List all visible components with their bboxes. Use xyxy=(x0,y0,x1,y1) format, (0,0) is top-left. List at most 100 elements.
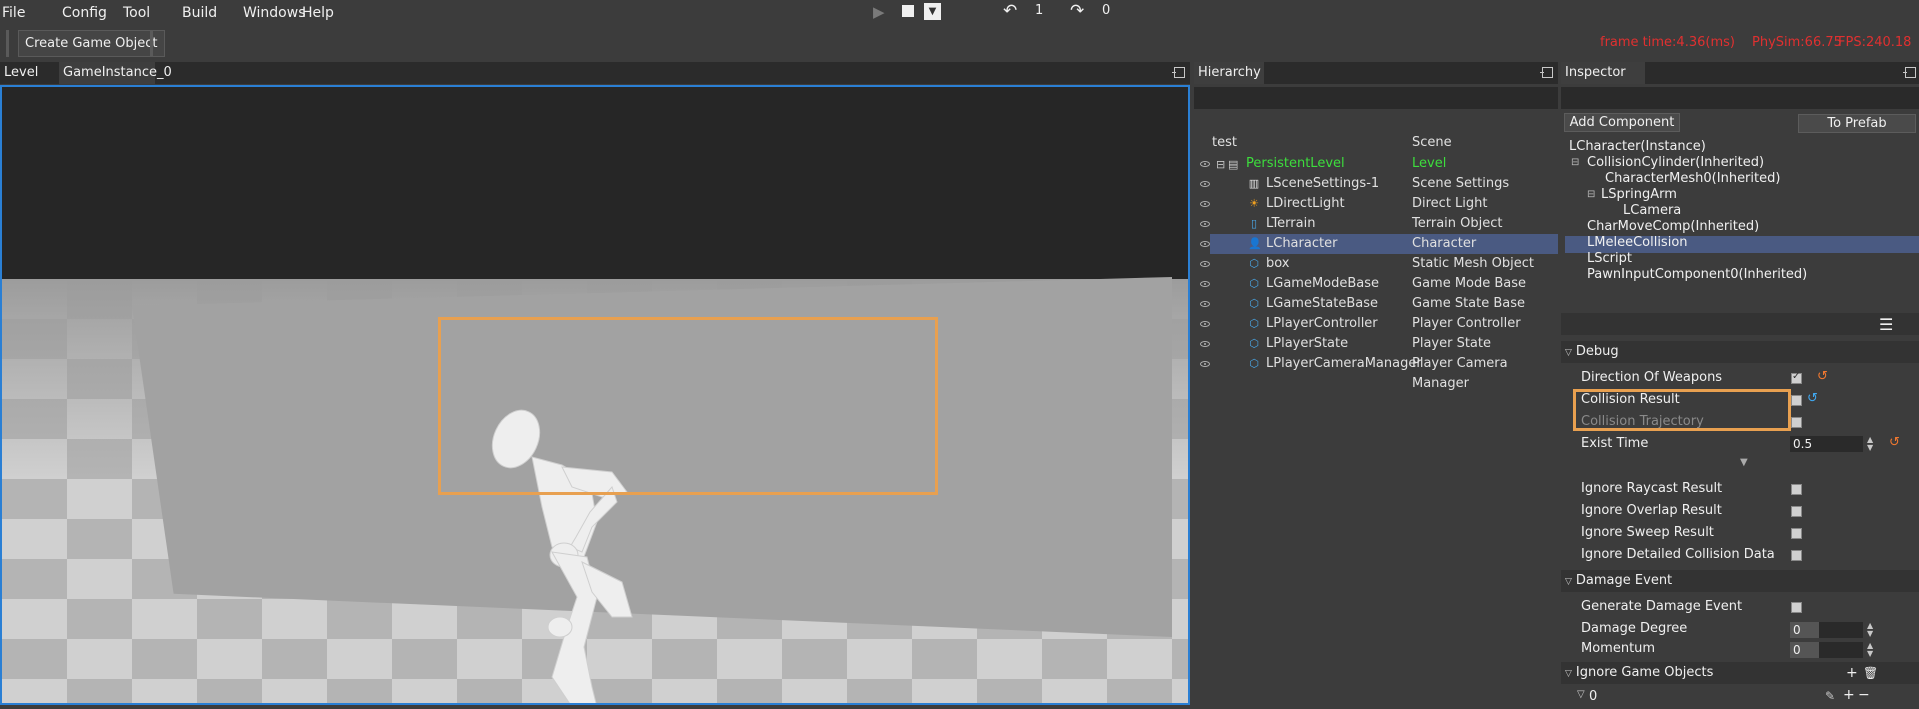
menu-tool[interactable]: Tool xyxy=(123,5,150,21)
spin-down-icon[interactable]: ▼ xyxy=(1867,650,1873,658)
hierarchy-row[interactable]: ⬡ LPlayerController Player Controller xyxy=(1194,314,1558,334)
momentum-input[interactable]: 0 xyxy=(1790,642,1863,658)
component-item[interactable]: CharacterMesh0(Inherited) xyxy=(1605,171,1780,186)
row-name: PersistentLevel xyxy=(1246,156,1345,171)
menu-file[interactable]: File xyxy=(2,5,25,21)
tree-collapse-icon[interactable]: ⊟ xyxy=(1571,157,1579,168)
dropdown-icon[interactable]: ▼ xyxy=(924,3,941,20)
visibility-icon[interactable] xyxy=(1200,341,1210,347)
component-item-selected[interactable]: LMeleeCollision xyxy=(1587,235,1688,250)
component-item[interactable]: LScript xyxy=(1587,251,1632,266)
hierarchy-row[interactable]: ⬡ box Static Mesh Object xyxy=(1194,254,1558,274)
exist-time-input[interactable]: 0.5 xyxy=(1790,436,1863,452)
component-item[interactable]: LSpringArm xyxy=(1601,187,1677,202)
component-item[interactable]: LCharacter(Instance) xyxy=(1569,139,1706,154)
redo-icon[interactable]: ↷ xyxy=(1070,1,1084,21)
tab-hierarchy[interactable]: Hierarchy xyxy=(1194,62,1264,84)
tree-collapse-icon[interactable]: ⊟ xyxy=(1587,189,1595,200)
to-prefab-button[interactable]: To Prefab xyxy=(1798,114,1916,133)
frame-time-stat: frame time:4.36(ms) xyxy=(1600,35,1735,50)
hierarchy-row[interactable]: ⬡ LGameModeBase Game Mode Base xyxy=(1194,274,1558,294)
tab-game-instance[interactable]: GameInstance_0 xyxy=(59,62,172,84)
component-item[interactable]: CharMoveComp(Inherited) xyxy=(1587,219,1759,234)
menu-list-icon[interactable]: ☰ xyxy=(1879,315,1893,334)
hierarchy-row-selected[interactable]: 👤 LCharacter Character xyxy=(1200,234,1558,254)
visibility-icon[interactable] xyxy=(1200,161,1210,167)
collision-trajectory-checkbox[interactable] xyxy=(1791,417,1802,428)
hierarchy-row[interactable]: ▯ LTerrain Terrain Object xyxy=(1194,214,1558,234)
component-item[interactable]: LCamera xyxy=(1623,203,1681,218)
section-debug[interactable]: ▽ Debug xyxy=(1561,341,1919,363)
visibility-icon[interactable] xyxy=(1200,301,1210,307)
component-item[interactable]: CollisionCylinder(Inherited) xyxy=(1587,155,1764,170)
expand-more-icon[interactable]: ▼ xyxy=(1740,457,1748,468)
spin-down-icon[interactable]: ▼ xyxy=(1867,630,1873,638)
spin-down-icon[interactable]: ▼ xyxy=(1867,444,1873,452)
hierarchy-row[interactable]: ⬡ LPlayerCameraManager Player Camera Man… xyxy=(1194,354,1558,391)
play-icon[interactable]: ▶ xyxy=(873,3,885,21)
ignore-raycast-checkbox[interactable] xyxy=(1791,484,1802,495)
ignore-overlap-checkbox[interactable] xyxy=(1791,506,1802,517)
reset-icon[interactable]: ↺ xyxy=(1807,391,1818,406)
tab-inspector[interactable]: Inspector xyxy=(1561,62,1645,84)
toolbar-grip xyxy=(6,30,9,57)
hierarchy-row[interactable]: ⬡ LPlayerState Player State xyxy=(1194,334,1558,354)
visibility-icon[interactable] xyxy=(1200,281,1210,287)
menu-help[interactable]: Help xyxy=(302,5,334,21)
visibility-icon[interactable] xyxy=(1200,361,1210,367)
highlight-frame xyxy=(1573,389,1791,431)
section-ignore-game-objects[interactable]: ▽ Ignore Game Objects + 🗑 xyxy=(1561,662,1919,684)
direction-of-weapons-checkbox[interactable] xyxy=(1791,371,1802,384)
hierarchy-row[interactable]: ⬡ LGameStateBase Game State Base xyxy=(1194,294,1558,314)
visibility-icon[interactable] xyxy=(1200,241,1210,247)
hierarchy-row[interactable]: ▥ LSceneSettings-1 Scene Settings xyxy=(1194,174,1558,194)
terrain-icon: ▯ xyxy=(1250,217,1258,230)
pin-icon[interactable] xyxy=(1903,67,1916,78)
collision-result-checkbox[interactable] xyxy=(1791,395,1802,406)
highlight-frame xyxy=(438,317,938,495)
scene-viewport[interactable] xyxy=(0,85,1190,705)
collapse-triangle-icon: ▽ xyxy=(1577,689,1585,700)
ignore-sweep-checkbox[interactable] xyxy=(1791,528,1802,539)
ignore-object-row[interactable]: ▽ 0 ✎ + − xyxy=(1575,687,1919,708)
viewport-tabs: Level GameInstance_0 xyxy=(0,62,1190,84)
generate-damage-event-checkbox[interactable] xyxy=(1791,602,1802,613)
undo-icon[interactable]: ↶ xyxy=(1003,1,1017,21)
tree-collapse-icon[interactable]: ⊟ xyxy=(1216,155,1225,175)
add-icon[interactable]: + xyxy=(1846,662,1858,684)
remove-icon[interactable]: − xyxy=(1858,687,1870,703)
hierarchy-search-input[interactable] xyxy=(1194,87,1558,109)
reset-icon[interactable]: ↺ xyxy=(1817,369,1828,384)
menu-windows[interactable]: Windows xyxy=(243,5,306,21)
visibility-icon[interactable] xyxy=(1200,261,1210,267)
tab-level[interactable]: Level xyxy=(0,62,42,84)
visibility-icon[interactable] xyxy=(1200,321,1210,327)
component-item[interactable]: PawnInputComponent0(Inherited) xyxy=(1587,267,1807,282)
section-damage-event[interactable]: ▽ Damage Event xyxy=(1561,570,1919,592)
pin-icon[interactable] xyxy=(1172,67,1185,78)
hierarchy-column-type: Scene xyxy=(1412,135,1452,150)
pin-icon[interactable] xyxy=(1540,67,1553,78)
ignore-detailed-checkbox[interactable] xyxy=(1791,550,1802,561)
prop-ignore-raycast: Ignore Raycast Result xyxy=(1581,481,1723,496)
reset-icon[interactable]: ↺ xyxy=(1889,435,1900,450)
visibility-icon[interactable] xyxy=(1200,181,1210,187)
visibility-icon[interactable] xyxy=(1200,201,1210,207)
inspector-panel: Add Component To Prefab LCharacter(Insta… xyxy=(1561,85,1919,709)
add-component-button[interactable]: Add Component xyxy=(1564,113,1680,132)
hierarchy-row[interactable]: ☀ LDirectLight Direct Light xyxy=(1194,194,1558,214)
prop-ignore-detailed: Ignore Detailed Collision Data xyxy=(1581,547,1775,562)
menu-config[interactable]: Config xyxy=(62,5,107,21)
edit-icon[interactable]: ✎ xyxy=(1825,689,1835,703)
menu-build[interactable]: Build xyxy=(182,5,217,21)
trash-icon[interactable]: 🗑 xyxy=(1863,662,1878,684)
prop-ignore-sweep: Ignore Sweep Result xyxy=(1581,525,1714,540)
create-game-object-button[interactable]: Create Game Object xyxy=(18,30,165,57)
hierarchy-row[interactable]: ⊟ ▤ PersistentLevel Level xyxy=(1194,154,1558,174)
damage-degree-input[interactable]: 0 xyxy=(1790,622,1863,638)
add-icon[interactable]: + xyxy=(1843,687,1855,703)
stop-icon[interactable] xyxy=(902,5,914,17)
row-type: Terrain Object xyxy=(1412,216,1503,231)
visibility-icon[interactable] xyxy=(1200,221,1210,227)
inspector-search-input[interactable] xyxy=(1561,87,1919,109)
